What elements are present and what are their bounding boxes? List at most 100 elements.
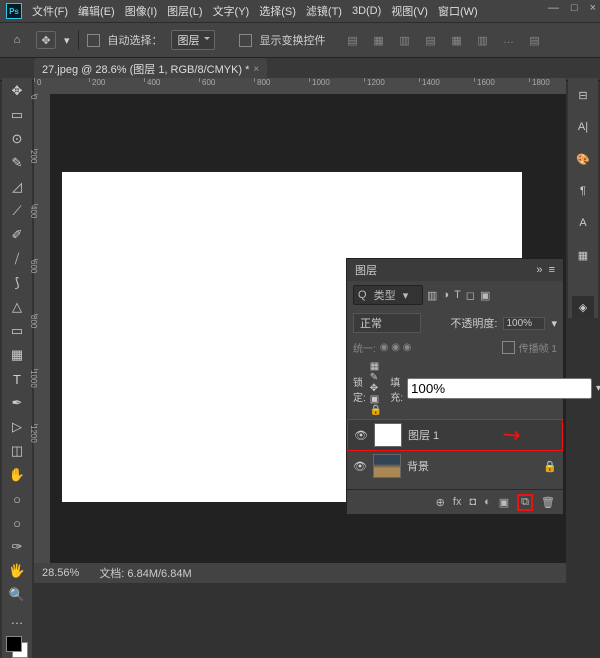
shape-tool[interactable]: ○ [5, 512, 29, 534]
visibility-icon[interactable]: 👁 [353, 460, 367, 473]
menu-image[interactable]: 图像(I) [125, 3, 157, 19]
home-icon[interactable]: ⌂ [6, 30, 28, 50]
filter-pixel-icon[interactable]: ▥ [427, 289, 437, 302]
adjustment-icon[interactable]: ◐ [484, 496, 491, 508]
fx-icon[interactable]: fx [453, 496, 462, 508]
opacity-label: 不透明度: [450, 315, 497, 331]
collapse-icon[interactable]: ⊟ [572, 84, 594, 106]
align-icon[interactable]: ▤ [342, 31, 364, 49]
layers-icon[interactable]: ◈ [572, 296, 594, 318]
gradient-tool[interactable]: ▭ [5, 320, 29, 342]
auto-select-dropdown[interactable]: 图层 [171, 30, 215, 50]
align-icon[interactable]: ▤ [420, 31, 442, 49]
more-tools[interactable]: … [5, 608, 29, 630]
tab-close-icon[interactable]: × [253, 64, 259, 75]
align-icon[interactable]: ▤ [524, 31, 546, 49]
healing-tool[interactable]: ✐ [5, 224, 29, 246]
close-button[interactable]: × [590, 2, 596, 14]
auto-select-checkbox[interactable] [87, 34, 100, 47]
filter-smart-icon[interactable]: ▣ [480, 289, 490, 302]
menu-layer[interactable]: 图层(L) [167, 3, 202, 19]
hand-tool-2[interactable]: 🖐 [5, 560, 29, 582]
pen-tool[interactable]: ✒ [5, 392, 29, 414]
layer-filter-dropdown[interactable]: Q 类型 ▾ [353, 285, 423, 305]
eraser-tool[interactable]: △ [5, 296, 29, 318]
new-layer-icon[interactable]: ⧉ [517, 494, 533, 511]
ruler-horizontal: 020040060080010001200140016001800 [34, 78, 566, 94]
menu-view[interactable]: 视图(V) [391, 3, 428, 19]
align-icon[interactable]: ▥ [472, 31, 494, 49]
clone-tool[interactable]: ⟆ [5, 272, 29, 294]
filter-adjust-icon[interactable]: ◑ [442, 289, 449, 302]
rectangle-tool[interactable]: ◫ [5, 440, 29, 462]
swatches-icon[interactable]: 🎨 [572, 148, 594, 170]
maximize-button[interactable]: □ [571, 2, 578, 14]
grid-icon[interactable]: ▦ [572, 244, 594, 266]
marquee-tool[interactable]: ▭ [5, 104, 29, 126]
menu-edit[interactable]: 编辑(E) [78, 3, 115, 19]
layer-thumbnail[interactable] [373, 454, 401, 478]
opacity-input[interactable] [503, 317, 545, 330]
collapse-icon[interactable]: » [536, 264, 542, 276]
panel-menu-icon[interactable]: ≡ [549, 264, 555, 276]
glyphs-icon[interactable]: A [572, 212, 594, 234]
menu-filter[interactable]: 滤镜(T) [306, 3, 342, 19]
zoom-level[interactable]: 28.56% [42, 567, 79, 579]
color-swatch[interactable] [6, 636, 28, 658]
brush-tool[interactable]: ⧸ [5, 248, 29, 270]
layer-thumbnail[interactable] [374, 423, 402, 447]
blend-mode-dropdown[interactable]: 正常 [353, 313, 421, 333]
dodge-tool[interactable]: ✑ [5, 536, 29, 558]
hand-tool[interactable]: ✋ [5, 464, 29, 486]
delete-layer-icon[interactable]: 🗑 [541, 496, 555, 509]
type-tool[interactable]: T [5, 368, 29, 390]
ruler-vertical: 020040060080010001200 [34, 94, 50, 583]
fill-input[interactable] [407, 378, 592, 399]
group-icon[interactable]: ▣ [499, 496, 509, 509]
fill-label: 填充: [390, 374, 403, 404]
menu-type[interactable]: 文字(Y) [213, 3, 250, 19]
document-tab[interactable]: 27.jpeg @ 28.6% (图层 1, RGB/8/CMYK) * × [34, 58, 267, 80]
paragraph-icon[interactable]: ¶ [572, 180, 594, 202]
menu-bar: Ps 文件(F) 编辑(E) 图像(I) 图层(L) 文字(Y) 选择(S) 滤… [0, 0, 600, 22]
filter-type-icon[interactable]: T [454, 289, 461, 302]
move-tool[interactable]: ✥ [5, 80, 29, 102]
link-layers-icon[interactable]: ⊕ [436, 496, 445, 509]
align-icon[interactable]: ▦ [446, 31, 468, 49]
visibility-icon[interactable]: 👁 [354, 429, 368, 442]
blur-tool[interactable]: ▦ [5, 344, 29, 366]
layer-row[interactable]: 👁 图层 1 [347, 419, 563, 451]
menu-window[interactable]: 窗口(W) [438, 3, 478, 19]
filter-shape-icon[interactable]: ◻ [466, 289, 475, 302]
character-icon[interactable]: A| [572, 116, 594, 138]
show-transform-checkbox[interactable] [239, 34, 252, 47]
menu-file[interactable]: 文件(F) [32, 3, 68, 19]
chevron-icon: ▾ [64, 34, 70, 47]
options-bar: ⌂ ✥ ▾ 自动选择： 图层 显示变换控件 ▤ ▦ ▥ ▤ ▦ ▥ … ▤ [0, 22, 600, 58]
lasso-tool[interactable]: ⊙ [5, 128, 29, 150]
crop-tool[interactable]: ◿ [5, 176, 29, 198]
menu-3d[interactable]: 3D(D) [352, 5, 381, 17]
layer-name[interactable]: 图层 1 [408, 427, 439, 443]
mask-icon[interactable]: ◘ [469, 496, 476, 508]
layers-panel-title: 图层 [355, 262, 377, 278]
align-icon[interactable]: … [498, 31, 520, 49]
align-icon[interactable]: ▥ [394, 31, 416, 49]
tab-title: 27.jpeg @ 28.6% (图层 1, RGB/8/CMYK) * [42, 61, 249, 77]
propagate-checkbox[interactable] [502, 341, 515, 354]
path-select-tool[interactable]: ▷ [5, 416, 29, 438]
eyedropper-tool[interactable]: ⟋ [5, 200, 29, 222]
align-icon[interactable]: ▦ [368, 31, 390, 49]
lock-icons[interactable]: ▦ ✎ ✥ ▣ 🔒 [370, 361, 382, 416]
quick-select-tool[interactable]: ✎ [5, 152, 29, 174]
ellipse-tool[interactable]: ○ [5, 488, 29, 510]
right-panel-strip: ⊟ A| 🎨 ¶ A ▦ ◈ [568, 78, 598, 318]
doc-size: 文档: 6.84M/6.84M [99, 565, 191, 581]
show-transform-label: 显示变换控件 [260, 32, 326, 48]
menu-select[interactable]: 选择(S) [259, 3, 296, 19]
lock-label: 锁定: [353, 374, 366, 404]
layer-name[interactable]: 背景 [407, 458, 429, 474]
layer-row[interactable]: 👁 背景 🔒 [347, 451, 563, 481]
minimize-button[interactable]: — [548, 2, 559, 14]
tool-preset[interactable]: ✥ [36, 31, 56, 49]
